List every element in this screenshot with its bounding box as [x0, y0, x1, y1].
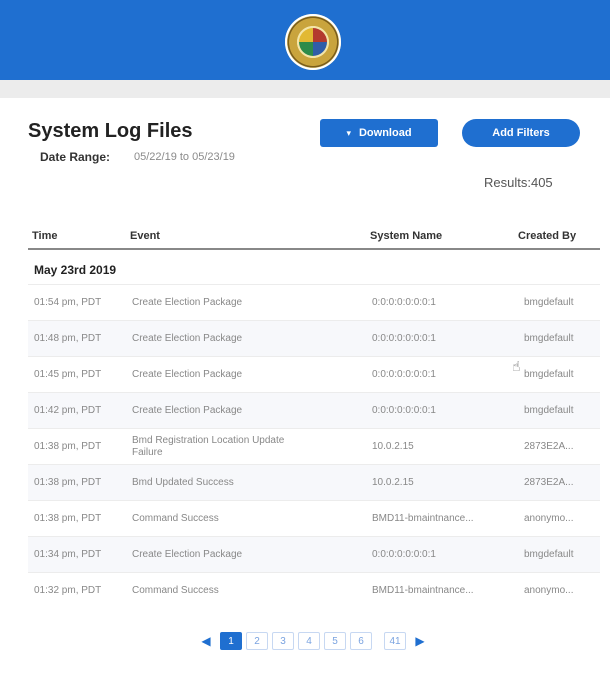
page-5-button[interactable]: 5	[324, 632, 346, 650]
cell-time: 01:38 pm, PDT	[34, 441, 102, 452]
cell-system-name: 0:0:0:0:0:0:0:1	[372, 549, 436, 560]
cell-created-by: anonymo...	[524, 513, 574, 524]
table-row[interactable]: 01:54 pm, PDT Create Election Package 0:0:…	[28, 284, 600, 321]
cell-created-by: bmgdefault	[524, 405, 574, 416]
cell-time: 01:54 pm, PDT	[34, 297, 102, 308]
column-header-created-by[interactable]: Created By	[518, 230, 576, 242]
page-6-button[interactable]: 6	[350, 632, 372, 650]
cell-system-name: 0:0:0:0:0:0:0:1	[372, 333, 436, 344]
cell-event: Create Election Package	[132, 333, 243, 344]
add-filters-button[interactable]: Add Filters	[462, 119, 580, 147]
page-title: System Log Files	[28, 120, 193, 142]
cell-created-by: bmgdefault	[524, 369, 574, 380]
cell-created-by: bmgdefault	[524, 549, 574, 560]
cell-time: 01:32 pm, PDT	[34, 585, 102, 596]
cell-created-by: 2873E2A...	[524, 441, 574, 452]
cell-time: 01:38 pm, PDT	[34, 513, 102, 524]
table-row[interactable]: 01:32 pm, PDT Command Success BMD11-bmaint…	[28, 572, 600, 609]
page-3-button[interactable]: 3	[272, 632, 294, 650]
column-header-system-name[interactable]: System Name	[370, 230, 442, 242]
cell-time: 01:38 pm, PDT	[34, 477, 102, 488]
page-1-button[interactable]: 1	[220, 632, 242, 650]
page-list: 1 2 3 4 5 6 41	[220, 632, 406, 650]
table-row[interactable]: 01:42 pm, PDT Create Election Package 0:0:…	[28, 392, 600, 429]
cell-time: 01:48 pm, PDT	[34, 333, 102, 344]
cell-created-by: bmgdefault	[524, 333, 574, 344]
table-row[interactable]: 01:38 pm, PDT Command Success BMD11-bmaint…	[28, 500, 600, 537]
header-divider	[0, 80, 610, 98]
cell-system-name: BMD11-bmaintnance...	[372, 585, 474, 596]
table-header: Time Event System Name Created By	[28, 226, 600, 250]
cell-time: 01:42 pm, PDT	[34, 405, 102, 416]
date-range-value: 05/22/19 to 05/23/19	[134, 151, 235, 163]
cell-event: Command Success	[132, 585, 219, 596]
pagination: ◀ 1 2 3 4 5 6 41 ▶	[196, 630, 430, 652]
cell-created-by: bmgdefault	[524, 297, 574, 308]
download-button[interactable]: ▾ Download	[320, 119, 438, 147]
date-group-label: May 23rd 2019	[34, 263, 117, 277]
next-page-icon[interactable]: ▶	[410, 633, 430, 649]
cell-created-by: anonymo...	[524, 585, 574, 596]
cell-system-name: 0:0:0:0:0:0:0:1	[372, 405, 436, 416]
app-header	[0, 0, 610, 80]
cell-event: Bmd Registration Location Update Failure	[132, 435, 285, 458]
cell-system-name: 0:0:0:0:0:0:0:1	[372, 297, 436, 308]
page-41-button[interactable]: 41	[384, 632, 406, 650]
cell-system-name: 10.0.2.15	[372, 477, 414, 488]
table-row[interactable]: 01:34 pm, PDT Create Election Package 0:0:…	[28, 536, 600, 573]
chevron-down-icon: ▾	[346, 127, 351, 138]
prev-page-icon[interactable]: ◀	[196, 633, 216, 649]
mouse-cursor-icon: ☝	[512, 358, 521, 374]
county-seal-icon[interactable]	[285, 14, 341, 70]
date-range-label: Date Range:	[40, 150, 111, 164]
column-header-time[interactable]: Time	[32, 230, 57, 242]
cell-time: 01:34 pm, PDT	[34, 549, 102, 560]
results-count: Results:405	[484, 175, 553, 190]
cell-system-name: BMD11-bmaintnance...	[372, 513, 474, 524]
add-filters-label: Add Filters	[492, 127, 550, 139]
cell-event: Create Election Package	[132, 297, 243, 308]
cell-event: Create Election Package	[132, 369, 243, 380]
cell-event: Create Election Package	[132, 405, 243, 416]
download-button-label: Download	[358, 127, 412, 139]
cell-system-name: 10.0.2.15	[372, 441, 414, 452]
table-row[interactable]: 01:38 pm, PDT Bmd Registration Location U…	[28, 428, 600, 465]
table-row[interactable]: 01:38 pm, PDT Bmd Updated Success 10.0.2.1…	[28, 464, 600, 501]
column-header-event[interactable]: Event	[130, 230, 160, 242]
cell-created-by: 2873E2A...	[524, 477, 574, 488]
seal-emblem	[299, 28, 327, 56]
cell-event: Bmd Updated Success	[132, 477, 234, 488]
cell-event: Command Success	[132, 513, 219, 524]
page-2-button[interactable]: 2	[246, 632, 268, 650]
page-4-button[interactable]: 4	[298, 632, 320, 650]
cell-system-name: 0:0:0:0:0:0:0:1	[372, 369, 436, 380]
cell-time: 01:45 pm, PDT	[34, 369, 102, 380]
cell-event: Create Election Package	[132, 549, 243, 560]
table-row[interactable]: 01:48 pm, PDT Create Election Package 0:0:…	[28, 320, 600, 357]
